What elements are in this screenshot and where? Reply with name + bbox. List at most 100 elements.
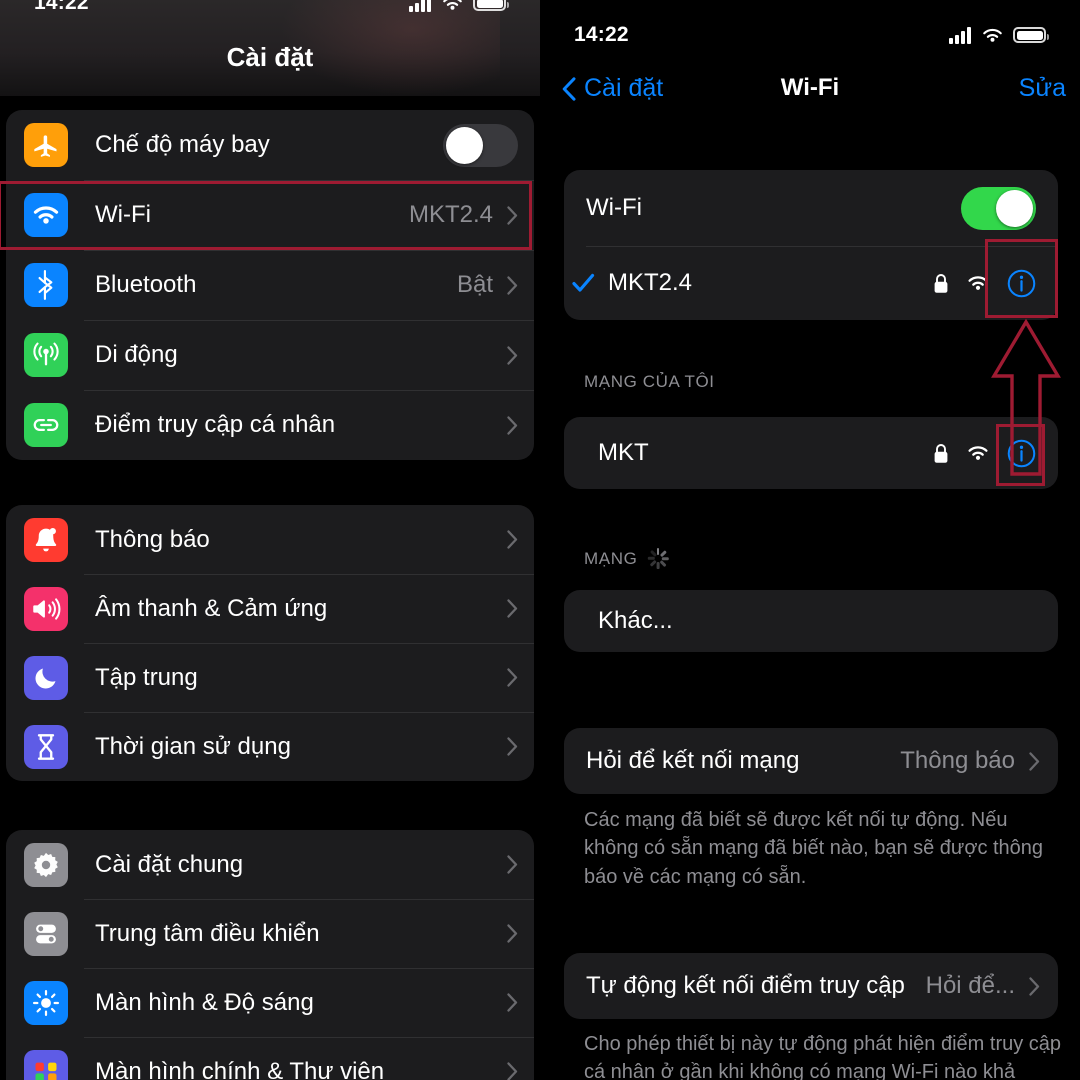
back-button[interactable]: Cài đặt [562,74,663,103]
settings-row-label: Cài đặt chung [95,850,244,878]
settings-row-control-center[interactable]: Trung tâm điều khiển [6,899,534,968]
settings-row-label: Chế độ máy bay [95,131,270,158]
networks-header: MẠNG [584,548,669,569]
wifi-main-group: Wi-Fi MKT2.4 [564,170,1058,320]
chevron-right-icon [507,530,518,549]
wifi-signal-icon [968,446,988,460]
control-center-icon [24,911,68,956]
chevron-right-icon [507,275,518,295]
wifi-signal-icon [968,276,988,290]
airplane-icon [24,123,68,167]
settings-row-value: Bật [456,271,493,298]
settings-row-value: MKT2.4 [408,201,493,228]
settings-screen-left: 14:22 Cài đặt Chế độ máy bay Wi-Fi MKT2.… [0,0,540,1080]
cellular-icon [24,333,68,377]
hourglass-icon [24,724,68,769]
chevron-right-icon [1029,976,1040,996]
ask-to-join-row[interactable]: Hỏi để kết nối mạng Thông báo [564,728,1058,794]
lock-icon [934,443,948,463]
settings-row-wifi[interactable]: Wi-Fi MKT2.4 [6,180,534,250]
settings-row-screen-time[interactable]: Thời gian sử dụng [6,712,534,781]
connected-network-row[interactable]: MKT2.4 [564,246,1058,320]
settings-row-label: Tập trung [95,663,198,691]
other-network-row[interactable]: Khác... [564,590,1058,652]
settings-row-label: Trung tâm điều khiển [95,919,320,947]
network-name: MKT2.4 [608,269,693,296]
settings-group-general: Cài đặt chung Trung tâm điều khiển Màn h… [6,830,534,1080]
chevron-right-icon [507,1062,518,1080]
lock-icon [934,273,948,293]
hotspot-link-icon [24,403,68,447]
settings-row-home-screen-app-library[interactable]: Màn hình chính & Thư viện [6,1037,534,1080]
wifi-icon [983,28,1002,42]
network-name: MKT [598,439,649,466]
wifi-toggle-row[interactable]: Wi-Fi [564,170,1058,246]
settings-row-cellular[interactable]: Di động [6,320,534,390]
navigation-bar: Wi-Fi Cài đặt Sửa [540,74,1080,120]
network-status-icons [933,269,1036,298]
chevron-right-icon [507,205,518,225]
bluetooth-icon [24,263,68,307]
chevron-right-icon [507,993,518,1012]
airplane-mode-toggle[interactable] [443,123,518,167]
settings-row-general[interactable]: Cài đặt chung [6,830,534,899]
auto-join-hotspot-group: Tự động kết nối điểm truy cập Hỏi để... [564,953,1058,1019]
settings-row-label: Màn hình & Độ sáng [95,988,314,1016]
chevron-right-icon [507,345,518,365]
chevron-left-icon [562,76,576,101]
info-icon[interactable] [1007,269,1036,298]
settings-row-label: Bluetooth [95,271,197,298]
scanning-spinner-icon [647,548,669,569]
checkmark-icon [572,273,595,292]
status-time: 14:22 [34,0,89,14]
settings-row-label: Wi-Fi [95,201,151,228]
network-status-icons [933,439,1036,468]
chevron-right-icon [507,737,518,756]
wifi-screen-right: 14:22 Wi-Fi Cài đặt Sửa Wi-Fi MKT2.4 MẠN… [540,0,1080,1080]
chevron-right-icon [507,855,518,874]
auto-join-hotspot-footnote: Cho phép thiết bị này tự động phát hiện … [584,1033,1062,1080]
gear-icon [24,842,68,887]
status-bar-right: 14:22 [540,18,1080,52]
my-networks-group: MKT [564,417,1058,489]
battery-icon [1013,27,1049,43]
my-networks-header: MẠNG CỦA TÔI [584,372,715,392]
settings-row-sounds-haptics[interactable]: Âm thanh & Cảm ứng [6,574,534,643]
ask-to-join-label: Hỏi để kết nối mạng [586,747,800,774]
info-icon[interactable] [1007,439,1036,468]
status-icons [409,0,509,12]
my-networks-header-label: MẠNG CỦA TÔI [584,372,715,391]
wifi-icon [24,193,68,237]
edit-button[interactable]: Sửa [1019,74,1066,103]
speaker-icon [24,586,68,631]
bell-icon [24,517,68,562]
settings-row-airplane-mode[interactable]: Chế độ máy bay [6,110,534,180]
settings-row-personal-hotspot[interactable]: Điểm truy cập cá nhân [6,390,534,460]
my-network-row-mkt[interactable]: MKT [564,417,1058,489]
wifi-icon [443,0,462,10]
status-bar-left: 14:22 [0,0,540,20]
settings-row-display-brightness[interactable]: Màn hình & Độ sáng [6,968,534,1037]
settings-group-connectivity: Chế độ máy bay Wi-Fi MKT2.4 Bluetooth Bậ… [6,110,534,460]
chevron-right-icon [507,415,518,435]
back-button-label: Cài đặt [584,74,664,102]
networks-header-label: MẠNG [584,548,638,568]
chevron-right-icon [1029,751,1040,771]
cellular-signal-icon [409,0,432,12]
cellular-signal-icon [949,26,972,44]
ask-to-join-value: Thông báo [900,747,1015,774]
auto-join-hotspot-label: Tự động kết nối điểm truy cập [586,972,905,999]
settings-row-focus[interactable]: Tập trung [6,643,534,712]
ask-to-join-footnote: Các mạng đã biết sẽ được kết nối tự động… [584,809,1044,888]
wifi-toggle[interactable] [961,186,1036,230]
screenshot-stage: 14:22 Cài đặt Chế độ máy bay Wi-Fi MKT2.… [0,0,1080,1080]
auto-join-hotspot-row[interactable]: Tự động kết nối điểm truy cập Hỏi để... [564,953,1058,1019]
settings-row-notifications[interactable]: Thông báo [6,505,534,574]
brightness-icon [24,980,68,1025]
settings-row-label: Màn hình chính & Thư viện [95,1057,385,1080]
chevron-right-icon [507,924,518,943]
other-network-label: Khác... [598,607,673,634]
settings-row-bluetooth[interactable]: Bluetooth Bật [6,250,534,320]
settings-row-label: Thông báo [95,525,210,553]
chevron-right-icon [507,668,518,687]
